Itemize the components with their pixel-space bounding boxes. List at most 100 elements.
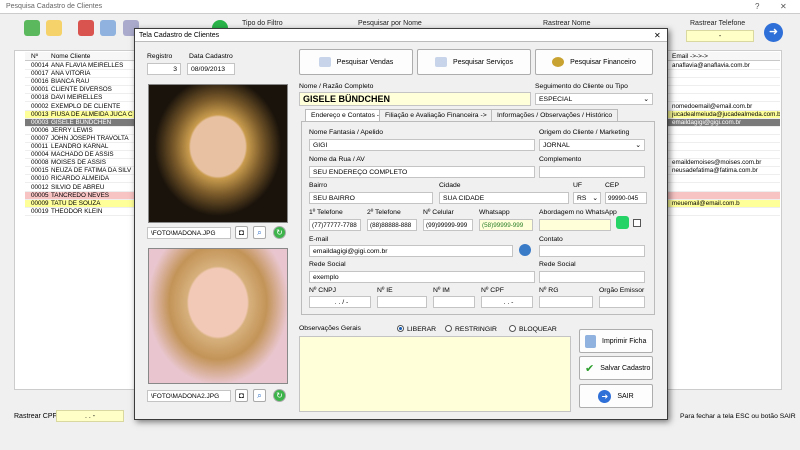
nome-field[interactable]: GISELE BÜNDCHEN [299,92,531,106]
row-id: 00007 [31,134,49,142]
fantasia-label: Nome Fantasia / Apelido [309,129,384,136]
row-id: 00001 [31,86,49,94]
orgao-field[interactable] [599,296,645,308]
nome-label: Nome / Razão Completo [299,83,374,90]
rua-label: Nome da Rua / AV [309,156,365,163]
add-icon[interactable] [24,20,40,36]
row-id: 00005 [31,191,49,199]
delete-icon[interactable] [78,20,94,36]
sair-button[interactable]: ➜ SAIR [579,384,653,408]
rastrear-nome-label: Rastrear Nome [543,20,591,27]
registro-field[interactable]: 3 [147,63,181,75]
row-nome: THEODOR KLEIN [51,207,103,215]
cnpj-field[interactable]: . . / - [309,296,371,308]
dialog-close-icon[interactable]: ✕ [654,31,661,40]
rede-social-2-field[interactable] [539,271,645,283]
whatsapp-checkbox[interactable] [633,219,641,227]
row-id: 00004 [31,151,49,159]
rastrear-cpf-input[interactable]: . . - [56,410,124,422]
main-close-icon[interactable]: ✕ [780,2,787,11]
cpf-field[interactable]: . . - [481,296,533,308]
fantasia-field[interactable]: GIGI [309,139,535,151]
radio-liberar[interactable]: LIBERAR [397,325,436,333]
ie-field[interactable] [377,296,427,308]
cidade-field[interactable]: SUA CIDADE [439,192,569,204]
row-id: 00015 [31,167,49,175]
uf-label: UF [573,182,583,189]
rua-field[interactable]: SEU ENDEREÇO COMPLETO [309,166,535,178]
email-field[interactable]: emaildagigi@gigi.com.br [309,245,513,257]
contato-field[interactable] [539,245,645,257]
celular-field[interactable]: (99)99999-999 [423,219,473,231]
tel2-field[interactable]: (88)88888-888 [367,219,417,231]
rede-social-2-label: Rede Social [539,261,576,268]
tipo-filtro-label: Tipo do Filtro [242,20,283,27]
cep-field[interactable]: 99990-045 [605,192,647,204]
rastrear-cpf-label: Rastrear CPF [14,413,57,420]
print-icon[interactable] [100,20,116,36]
camera-icon-2[interactable]: ◘ [235,389,248,402]
tel1-field[interactable]: (77)77777-7788 [309,219,361,231]
row-nome: NEUZA DE FATIMA DA SILV [51,167,132,175]
refresh-icon[interactable]: ↻ [273,226,286,239]
zoom-icon-2[interactable]: ⌕ [253,389,266,402]
photo2-path[interactable]: \FOTO\MADONA2.JPG [147,390,231,402]
row-nome: EXEMPLO DE CLIENTE [51,102,121,110]
abordagem-field[interactable] [539,219,611,231]
servicos-label: Pesquisar Serviços [453,58,513,66]
row-id: 00012 [31,183,49,191]
row-nome: SILVIO DE ABREU [51,183,105,191]
cpf-label: Nº CPF [481,287,504,294]
complemento-field[interactable] [539,166,645,178]
bairro-label: Bairro [309,182,328,189]
origem-select[interactable]: JORNAL ⌄ [539,139,645,151]
camera-icon[interactable]: ◘ [235,226,248,239]
row-id: 00008 [31,159,49,167]
card-icon [435,57,448,67]
row-id: 00016 [31,78,49,86]
whatsapp-send-icon[interactable] [616,216,629,229]
globe-icon[interactable] [519,244,531,256]
zoom-icon[interactable]: ⌕ [253,226,266,239]
rede-social-field[interactable]: exemplo [309,271,535,283]
coins-icon [552,57,565,67]
salvar-cadastro-button[interactable]: ✔ Salvar Cadastro [579,356,653,380]
help-icon[interactable]: ? [755,2,759,11]
whatsapp-field[interactable]: (58)99999-999 [479,219,533,231]
seguimento-select[interactable]: ESPECIAL ⌄ [535,93,653,105]
row-id: 00010 [31,175,49,183]
row-id: 00019 [31,207,49,215]
edit-icon[interactable] [46,20,62,36]
uf-select[interactable]: RS ⌄ [573,192,601,204]
imprimir-ficha-button[interactable]: Imprimir Ficha [579,329,653,353]
data-cadastro-field[interactable]: 08/09/2013 [187,63,235,75]
row-id: 00009 [31,199,49,207]
pesquisar-vendas-button[interactable]: Pesquisar Vendas [299,49,413,75]
im-field[interactable] [433,296,475,308]
abordagem-label: Abordagem no WhatsApp [539,209,617,216]
radio-bloquear[interactable]: BLOQUEAR [509,325,557,333]
radio-liberar-label: LIBERAR [407,326,437,333]
refresh-icon-2[interactable]: ↻ [273,389,286,402]
go-arrow-icon[interactable]: ➜ [764,23,783,42]
rastrear-telefone-input[interactable]: - [686,30,754,42]
row-nome: GISELE BÜNDCHEN [51,118,112,126]
obs-label: Observações Gerais [299,325,361,332]
bairro-field[interactable]: SEU BAIRRO [309,192,433,204]
obs-textarea[interactable] [299,336,571,412]
celular-label: Nº Celular [423,209,454,216]
radio-restringir[interactable]: RESTRINGIR [445,325,497,333]
pesquisar-servicos-button[interactable]: Pesquisar Serviços [417,49,531,75]
row-id: 00003 [31,118,49,126]
pesquisar-financeiro-button[interactable]: Pesquisar Financeiro [535,49,653,75]
radio-dot [397,325,404,332]
col-no: Nº [31,53,39,60]
row-nome: ANA VITORIA [51,70,91,78]
row-id: 00014 [31,62,49,69]
exit-arrow-icon: ➜ [598,389,612,403]
rg-field[interactable] [539,296,593,308]
col-nome: Nome Cliente [51,53,91,60]
orgao-label: Orgão Emissor [599,287,645,294]
radio-restringir-label: RESTRINGIR [455,326,497,333]
photo1-path[interactable]: \FOTO\MADONA.JPG [147,227,231,239]
